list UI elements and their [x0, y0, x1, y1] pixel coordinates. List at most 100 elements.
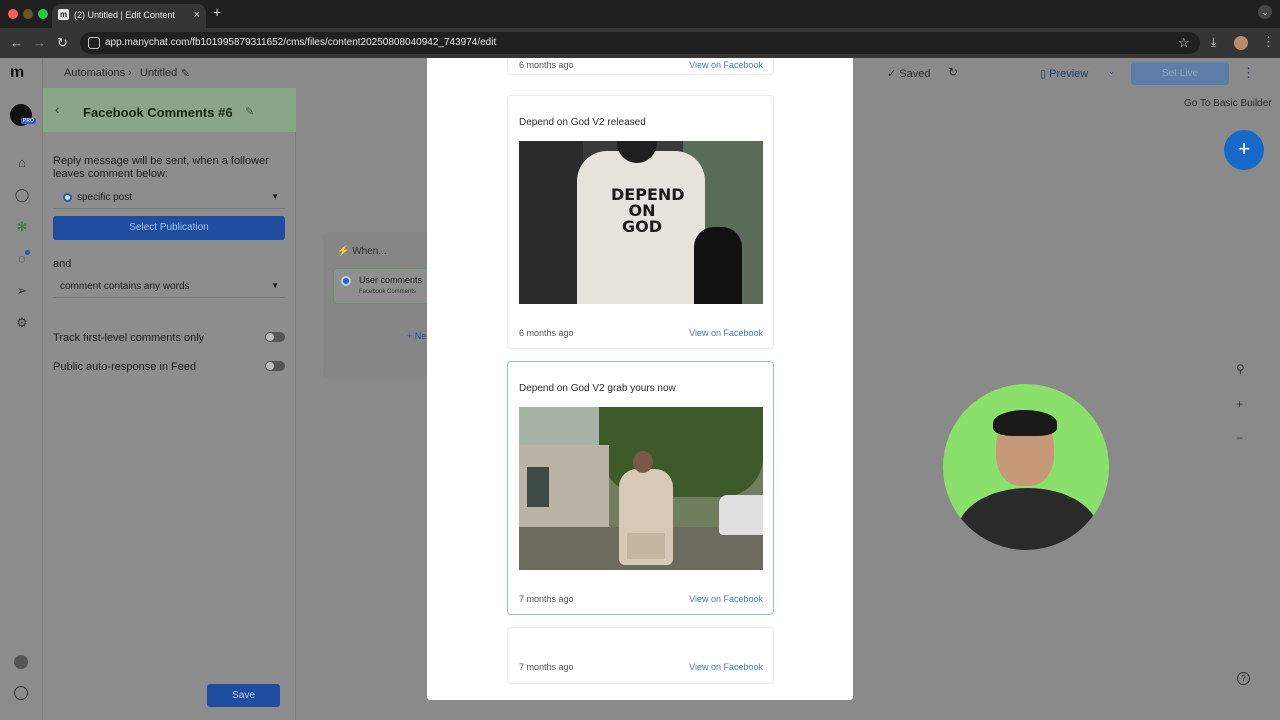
set-live-button[interactable]: Set Live — [1131, 62, 1229, 85]
rename-pencil-icon[interactable]: ✎ — [181, 67, 190, 80]
post-type-value: specific post — [77, 192, 133, 203]
magic-wand-icon[interactable]: ⚲ — [1236, 362, 1245, 376]
saved-status: ✓ Saved — [887, 68, 931, 80]
download-icon[interactable]: ⤓ — [1211, 35, 1216, 50]
post-image-shirt-back: DEPEND ON GOD — [519, 141, 763, 304]
dropdown-caret-icon: ▼ — [271, 281, 279, 290]
view-on-facebook-link[interactable]: View on Facebook — [689, 60, 763, 70]
maximize-window-button[interactable] — [38, 9, 48, 19]
and-label: and — [53, 258, 72, 270]
preview-button[interactable]: ▯ Preview — [1040, 67, 1088, 80]
trigger-subtitle: Facebook Comments — [359, 289, 417, 295]
comment-condition-value: comment contains any words — [60, 281, 190, 292]
bookmark-star-icon[interactable]: ☆ — [1178, 35, 1190, 51]
user-comments-trigger[interactable]: User comments Facebook Comments — [333, 268, 433, 304]
go-to-basic-builder-link[interactable]: Go To Basic Builder — [1184, 98, 1272, 109]
help-circle-icon[interactable] — [14, 686, 28, 700]
presenter-body — [957, 488, 1099, 550]
public-auto-response-label: Public auto-response in Feed — [53, 361, 197, 373]
publication-card[interactable]: Depend on God V2 released DEPEND ON GOD … — [507, 95, 774, 349]
home-icon[interactable]: ⌂ — [14, 155, 30, 171]
track-first-level-label: Track first-level comments only — [53, 332, 205, 344]
contacts-icon[interactable]: ◯ — [14, 187, 30, 203]
automation-icon[interactable]: ✻ — [14, 219, 30, 235]
close-tab-icon[interactable]: × — [194, 4, 200, 26]
post-type-icon — [63, 193, 72, 202]
tab-title: (2) Untitled | Edit Content — [74, 10, 175, 20]
url-text[interactable]: app.manychat.com/fb101995879311652/cms/f… — [105, 32, 496, 54]
history-icon[interactable]: ↻ — [948, 65, 958, 79]
card-date: 6 months ago — [519, 328, 574, 338]
site-settings-icon[interactable] — [88, 37, 100, 49]
track-first-level-row: Track first-level comments only — [53, 332, 285, 344]
view-on-facebook-link[interactable]: View on Facebook — [689, 328, 763, 338]
browser-tabbar: m (2) Untitled | Edit Content × + ⌄ — [0, 0, 1280, 28]
trigger-title: User comments — [359, 275, 423, 285]
pro-badge: PRO — [21, 118, 36, 124]
browser-tab[interactable]: m (2) Untitled | Edit Content × — [52, 4, 206, 28]
publication-card[interactable]: 7 months ago View on Facebook — [507, 627, 774, 684]
address-bar[interactable]: app.manychat.com/fb101995879311652/cms/f… — [80, 32, 1200, 54]
select-publication-modal: 6 months ago View on Facebook Depend on … — [427, 58, 853, 700]
tab-menu-chevron-icon[interactable]: ⌄ — [1258, 5, 1272, 19]
manychat-logo-icon[interactable]: m — [10, 64, 34, 82]
card-title: Depend on God V2 grab yours now — [519, 383, 676, 394]
new-tab-icon[interactable]: + — [213, 4, 221, 20]
trigger-settings-panel: ‹ Facebook Comments #6 ✎ Reply message w… — [43, 88, 296, 720]
zoom-in-icon[interactable]: + — [1236, 397, 1243, 411]
zoom-out-icon[interactable]: − — [1236, 431, 1243, 445]
card-date: 7 months ago — [519, 662, 574, 672]
breadcrumb-automations[interactable]: Automations — [64, 67, 125, 79]
manychat-favicon-icon: m — [58, 9, 69, 20]
reload-icon[interactable]: ↻ — [57, 35, 68, 51]
shirt-print-text: DEPEND ON GOD — [611, 185, 685, 236]
view-on-facebook-link[interactable]: View on Facebook — [689, 662, 763, 672]
help-question-icon[interactable]: ? — [1237, 672, 1250, 685]
preview-dropdown-chevron-icon[interactable]: ⌄ — [1108, 66, 1116, 77]
more-options-icon[interactable]: ⋮ — [1242, 65, 1255, 81]
profile-avatar-icon[interactable] — [1234, 36, 1248, 50]
post-image-man-outdoors — [519, 407, 763, 570]
card-title: Depend on God V2 released — [519, 117, 646, 128]
presenter-hair — [993, 410, 1057, 436]
panel-header: ‹ Facebook Comments #6 ✎ — [43, 88, 296, 132]
breadcrumb-separator: › — [128, 67, 132, 79]
trigger-node[interactable]: ⚡ When... User comments Facebook Comment… — [323, 232, 433, 378]
user-avatar-icon[interactable] — [14, 655, 28, 669]
minimize-window-button[interactable] — [23, 9, 33, 19]
dropdown-caret-icon: ▼ — [271, 192, 279, 201]
preview-label: Preview — [1049, 68, 1089, 80]
new-trigger-link[interactable]: + Ne — [407, 331, 426, 341]
when-text: When... — [352, 246, 387, 257]
notification-dot — [25, 250, 30, 255]
settings-gear-icon[interactable]: ⚙ — [14, 315, 30, 331]
browser-menu-icon[interactable]: ⋮ — [1262, 34, 1275, 50]
publication-card[interactable]: 6 months ago View on Facebook — [507, 58, 774, 75]
back-chevron-icon[interactable]: ‹ — [55, 102, 59, 117]
panel-title: Facebook Comments #6 — [83, 105, 233, 120]
view-on-facebook-link[interactable]: View on Facebook — [689, 594, 763, 604]
public-auto-response-toggle[interactable] — [265, 361, 285, 371]
left-nav: m PRO ⌂ ◯ ✻ ◌ ➢ ⚙ — [0, 58, 43, 720]
add-step-plus-button[interactable]: + — [1224, 130, 1264, 170]
public-auto-response-row: Public auto-response in Feed — [53, 361, 285, 373]
select-publication-button[interactable]: Select Publication — [53, 216, 285, 240]
browser-toolbar: ← → ↻ app.manychat.com/fb101995879311652… — [0, 28, 1280, 58]
comment-condition-select[interactable]: comment contains any words ▼ — [53, 276, 285, 298]
close-window-button[interactable] — [8, 9, 18, 19]
facebook-icon — [341, 276, 351, 286]
card-date: 6 months ago — [519, 60, 574, 70]
edit-title-pencil-icon[interactable]: ✎ — [245, 105, 254, 118]
forward-arrow-icon[interactable]: → — [33, 35, 46, 50]
back-arrow-icon[interactable]: ← — [10, 35, 23, 50]
when-label: ⚡ When... — [337, 246, 387, 257]
webcam-overlay — [943, 384, 1109, 550]
post-type-select[interactable]: specific post ▼ — [53, 187, 285, 209]
save-button[interactable]: Save — [207, 684, 280, 707]
track-first-level-toggle[interactable] — [265, 332, 285, 342]
card-date: 7 months ago — [519, 594, 574, 604]
broadcast-send-icon[interactable]: ➢ — [14, 283, 30, 299]
reply-description: Reply message will be sent, when a follo… — [53, 155, 269, 180]
breadcrumb-untitled[interactable]: Untitled — [140, 67, 177, 79]
publication-card-selected[interactable]: Depend on God V2 grab yours now 7 months… — [507, 361, 774, 615]
